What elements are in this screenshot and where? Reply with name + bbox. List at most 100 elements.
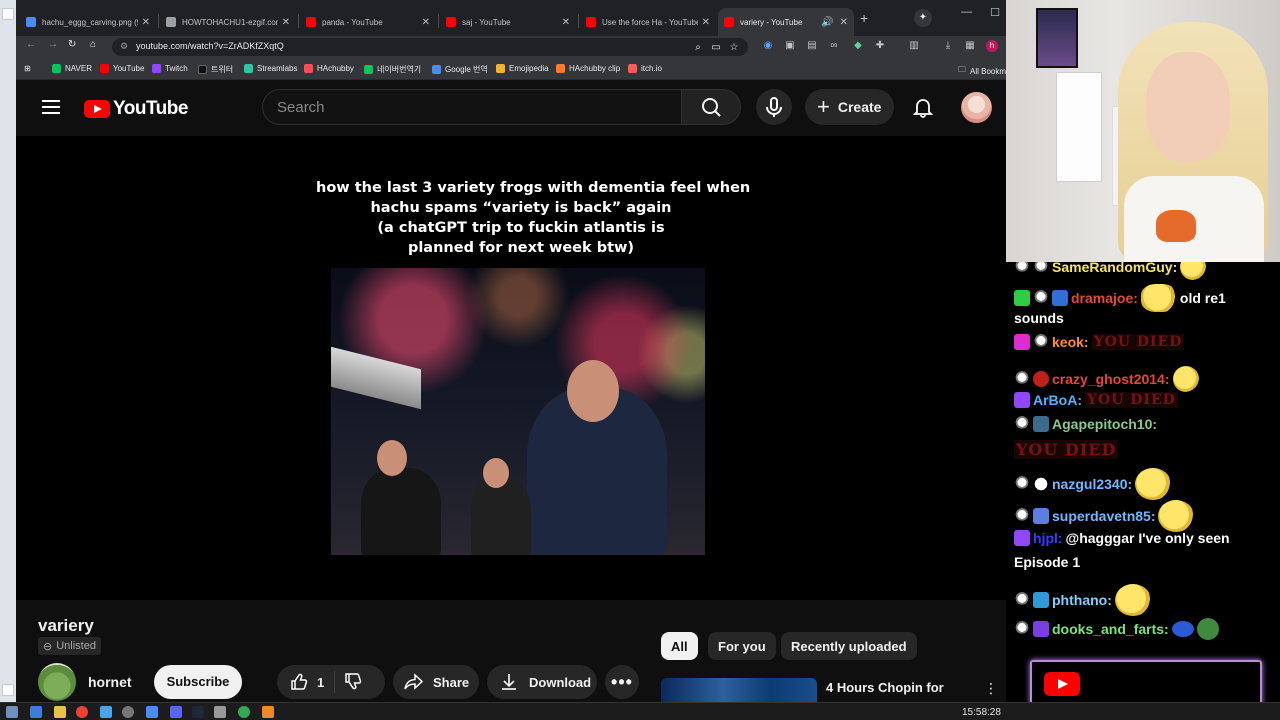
chat-username: dooks_and_farts: xyxy=(1052,621,1169,637)
download-icon[interactable]: ⤓ xyxy=(942,40,954,52)
chip-all[interactable]: All xyxy=(661,632,698,660)
taskbar-app-icon[interactable] xyxy=(100,706,112,718)
site-info-icon[interactable]: ⚙ xyxy=(120,41,128,52)
close-icon[interactable]: ✕ xyxy=(702,17,710,28)
bookmark-label: Twitch xyxy=(165,64,188,73)
browser-tab[interactable]: Use the force Ha - YouTube ✕ xyxy=(580,8,716,36)
like-button[interactable]: 1 xyxy=(289,672,324,692)
vlc-icon[interactable] xyxy=(262,706,274,718)
browser-tab[interactable]: saj - YouTube ✕ xyxy=(440,8,576,36)
search-input[interactable] xyxy=(263,90,643,124)
close-icon[interactable]: ✕ xyxy=(282,17,290,28)
desktop-icon[interactable] xyxy=(2,684,14,696)
browser-tab[interactable]: HOWTOHACHU1-ezgif.com ✕ xyxy=(160,8,296,36)
taskbar-app-icon[interactable] xyxy=(30,706,42,718)
bookmark-item[interactable]: Google 번역 xyxy=(432,64,488,75)
close-icon[interactable]: ✕ xyxy=(142,17,150,28)
notifications-bell-icon[interactable] xyxy=(912,96,934,118)
voice-search-button[interactable] xyxy=(756,89,792,125)
steam-icon[interactable] xyxy=(192,706,204,718)
target-badge-icon xyxy=(1033,371,1049,387)
bookmark-star-icon[interactable]: ☆ xyxy=(728,42,740,54)
chat-message: phthano: xyxy=(1014,584,1151,616)
user-avatar[interactable] xyxy=(961,92,992,123)
start-icon[interactable] xyxy=(6,706,18,718)
sub-badge-icon xyxy=(1014,290,1030,306)
bookmark-item[interactable]: Streamlabs xyxy=(244,64,297,73)
bookmark-item[interactable]: HAchubby clip xyxy=(556,64,620,73)
chat-username: superdavetn85: xyxy=(1052,508,1156,524)
all-bookmarks[interactable]: 🗀 All Bookm xyxy=(958,64,1006,78)
extension-icon[interactable]: ▣ xyxy=(784,40,796,52)
taskbar-app-icon[interactable] xyxy=(146,706,158,718)
address-bar[interactable]: ⚙ youtube.com/watch?v=ZrADKfZXqtQ ⌕ ▭ ☆ xyxy=(112,38,748,56)
browser-tab-active[interactable]: variery - YouTube 🔊 ✕ xyxy=(718,8,854,36)
create-button[interactable]: + Create xyxy=(805,89,894,125)
bookmark-item[interactable]: HAchubby xyxy=(304,64,354,73)
channel-avatar[interactable] xyxy=(38,663,76,701)
maximize-icon[interactable]: ☐ xyxy=(990,6,1000,19)
extension-icon[interactable]: ∞ xyxy=(828,40,840,52)
tab-search-icon[interactable]: ▦ xyxy=(964,40,976,52)
sidepanel-icon[interactable]: ▥ xyxy=(908,40,920,52)
bookmark-item[interactable]: NAVER xyxy=(52,64,92,73)
reload-icon[interactable]: ↻ xyxy=(68,39,76,50)
extension-icon[interactable]: ◆ xyxy=(852,40,864,52)
chip-recently-uploaded[interactable]: Recently uploaded xyxy=(781,632,917,660)
browser-tab[interactable]: hachu_eggg_carving.png (96 ✕ xyxy=(20,8,156,36)
obs-icon[interactable] xyxy=(122,706,134,718)
zoom-icon[interactable]: ⌕ xyxy=(692,42,704,54)
download-button[interactable]: Download xyxy=(487,665,597,699)
more-actions-icon[interactable]: ••• xyxy=(605,665,639,699)
puzzle-icon[interactable]: ✚ xyxy=(874,40,886,52)
browser-tab[interactable]: panda - YouTube ✕ xyxy=(300,8,436,36)
speaker-icon[interactable]: 🔊 xyxy=(821,17,833,28)
apps-grid-icon[interactable]: ⊞ xyxy=(24,64,31,73)
search-button[interactable] xyxy=(681,89,741,125)
chat-message: nazgul2340: xyxy=(1014,468,1172,500)
channel-name[interactable]: hornet xyxy=(88,674,132,690)
sparkle-icon[interactable]: ✦ xyxy=(914,9,932,27)
share-arrow-icon xyxy=(404,673,424,690)
video-player[interactable]: how the last 3 variety frogs with dement… xyxy=(16,136,1006,600)
extension-icon[interactable]: ◉ xyxy=(762,40,774,52)
bookmark-item[interactable]: itch.io xyxy=(628,64,662,73)
bookmark-item[interactable]: 트위터 xyxy=(198,64,233,75)
ghost-badge-icon xyxy=(1014,371,1030,387)
share-button[interactable]: Share xyxy=(393,665,479,699)
duck-emote-icon xyxy=(1140,284,1177,312)
cast-icon[interactable]: ▭ xyxy=(710,42,722,54)
recommended-thumbnail[interactable] xyxy=(661,678,817,702)
folder-icon[interactable] xyxy=(54,706,66,718)
close-icon[interactable]: ✕ xyxy=(562,17,570,28)
year-badge-icon xyxy=(1052,290,1068,306)
menu-icon[interactable] xyxy=(42,100,60,114)
minimize-icon[interactable]: — xyxy=(961,6,972,19)
forward-arrow-icon[interactable]: → xyxy=(48,39,58,50)
close-icon[interactable]: ✕ xyxy=(422,17,430,28)
recommended-title[interactable]: 4 Hours Chopin for xyxy=(826,680,944,695)
dislike-button[interactable] xyxy=(343,671,363,694)
profile-icon[interactable]: h xyxy=(986,40,998,52)
chrome-icon[interactable] xyxy=(76,706,88,718)
bookmark-item[interactable]: 네이버번역기 xyxy=(364,64,421,75)
back-arrow-icon[interactable]: ← xyxy=(26,39,36,50)
home-icon[interactable]: ⌂ xyxy=(90,39,96,50)
bookmark-item[interactable]: Twitch xyxy=(152,64,188,73)
bookmark-item[interactable]: Emojipedia xyxy=(496,64,549,73)
desktop-icon[interactable] xyxy=(2,8,14,20)
bookmark-label: 트위터 xyxy=(211,65,234,74)
taskbar-app-icon[interactable] xyxy=(214,706,226,718)
chip-for-you[interactable]: For you xyxy=(708,632,776,660)
subscribe-button[interactable]: Subscribe xyxy=(154,665,242,699)
kebab-menu-icon[interactable]: ⋮ xyxy=(984,680,998,697)
thumbs-down-icon xyxy=(345,672,362,689)
new-tab-plus-icon[interactable]: + xyxy=(860,10,868,26)
bookmark-item[interactable]: YouTube xyxy=(100,64,144,73)
discord-icon[interactable] xyxy=(170,706,182,718)
bookmark-favicon xyxy=(52,64,61,73)
close-icon[interactable]: ✕ xyxy=(840,17,848,28)
youtube-logo[interactable]: YouTube xyxy=(84,98,188,120)
taskbar-app-icon[interactable] xyxy=(238,706,250,718)
extension-icon[interactable]: ▤ xyxy=(806,40,818,52)
